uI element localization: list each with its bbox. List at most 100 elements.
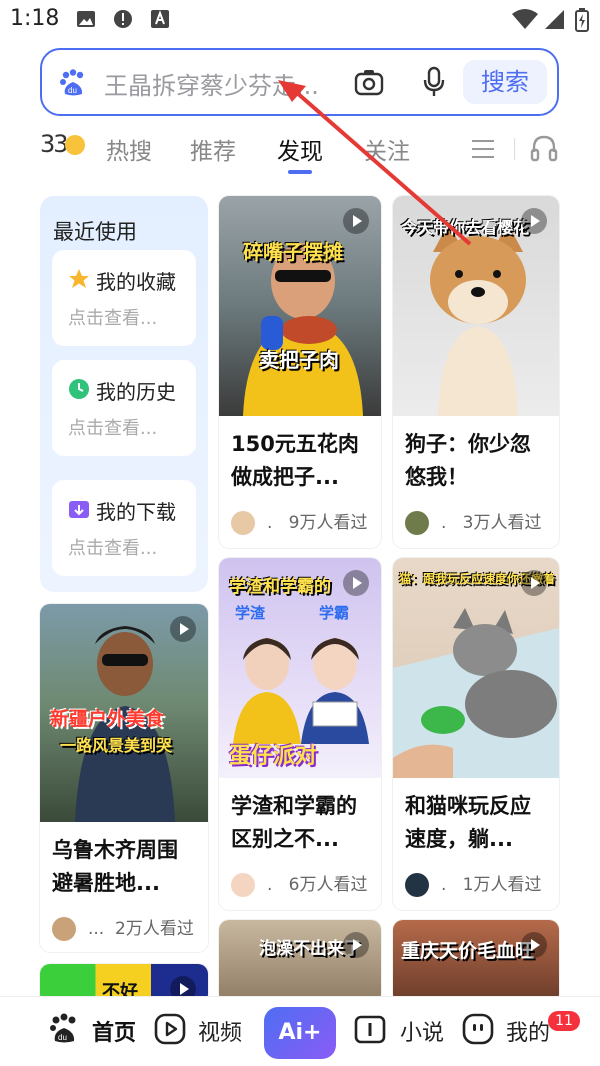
avatar — [231, 873, 255, 897]
video-thumbnail[interactable]: 新疆户外美食 一路风景美到哭 — [40, 604, 208, 822]
tab-hot[interactable]: 热搜 — [106, 132, 152, 166]
thumbnail-caption: 学渣和学霸的 — [229, 577, 331, 597]
nav-video-label: 视频 — [198, 1021, 243, 1046]
play-icon — [521, 208, 547, 234]
play-icon — [343, 932, 369, 958]
recent-item-sub: 点击查看... — [68, 418, 158, 439]
avatar — [405, 873, 429, 897]
search-bar[interactable]: du 王晶拆穿蔡少芬走... 搜索 — [40, 48, 559, 116]
battery-icon — [575, 8, 589, 32]
thumbnail-caption: 重庆天价毛血旺 — [401, 940, 535, 962]
play-icon — [521, 570, 547, 596]
book-icon — [354, 1015, 386, 1044]
video-thumbnail[interactable]: 猫：跟我玩反应速度你还嫩着 — [393, 558, 559, 778]
thumbnail-caption: 一路风景美到哭 — [60, 736, 173, 755]
card-title[interactable]: 狗子：你少忽悠我！ — [405, 428, 545, 494]
wifi-icon — [512, 9, 538, 29]
nav-video[interactable]: 视频 — [154, 1011, 254, 1051]
tab-active-indicator — [288, 170, 312, 174]
recent-item-sub: 点击查看... — [68, 538, 158, 559]
baidu-logo-icon: du — [60, 69, 84, 96]
recent-item-history[interactable]: 我的历史 点击查看... — [52, 360, 196, 456]
feed-card[interactable]: 今天带你去看樱花 狗子：你少忽悠我！ . 3万人看过 — [393, 196, 559, 548]
font-icon — [151, 10, 169, 28]
feed-card[interactable]: 猫：跟我玩反应速度你还嫩着 和猫咪玩反应速度，躺... . 1万人看过 — [393, 558, 559, 910]
card-meta: . 6万人看过 — [231, 870, 367, 897]
video-thumbnail[interactable]: 碎嘴子摆摊 卖把子肉 — [219, 196, 381, 416]
video-play-icon — [154, 1013, 186, 1045]
video-thumbnail[interactable]: 重庆天价毛血旺 — [393, 920, 559, 1004]
nav-novel-label: 小说 — [400, 1021, 445, 1046]
thumbnail-caption: 今天带你去看樱花 — [401, 218, 530, 237]
play-icon — [170, 616, 196, 642]
recent-item-label: 我的收藏 — [96, 270, 176, 294]
card-title[interactable]: 150元五花肉做成把子... — [231, 428, 371, 494]
avatar — [231, 511, 255, 535]
weather-widget[interactable]: 33 — [40, 130, 85, 158]
card-meta: . 3万人看过 — [405, 508, 541, 535]
profile-face-icon — [462, 1013, 494, 1045]
feed-card[interactable]: 泡澡不出来了 — [219, 920, 381, 1004]
card-views: 1万人看过 — [462, 875, 542, 895]
sun-icon — [65, 135, 85, 155]
recent-item-favorites[interactable]: 我的收藏 点击查看... — [52, 250, 196, 346]
thumbnail-caption: 新疆户外美食 — [50, 708, 165, 730]
video-thumbnail[interactable]: 今天带你去看樱花 — [393, 196, 559, 416]
card-author: . — [441, 513, 447, 533]
weather-temp: 33 — [40, 130, 69, 158]
status-time: 1:18 — [10, 6, 60, 31]
card-views: 2万人看过 — [115, 919, 194, 939]
download-folder-icon — [69, 501, 89, 518]
thumbnail-caption: 碎嘴子摆摊 — [243, 240, 343, 264]
thumbnail-caption: 卖把子肉 — [259, 348, 339, 372]
card-views: 3万人看过 — [462, 513, 542, 533]
tab-bar: 33 热搜 推荐 发现 关注 — [0, 128, 600, 176]
search-button[interactable]: 搜索 — [463, 60, 547, 104]
feed-card[interactable]: 碎嘴子摆摊 卖把子肉 150元五花肉做成把子... . 9万人看过 — [219, 196, 381, 548]
card-title[interactable]: 乌鲁木齐周围避暑胜地... — [52, 834, 192, 900]
bottom-nav: du 首页 视频 Ai+ 小说 我的 11 — [0, 996, 600, 1066]
recent-item-downloads[interactable]: 我的下载 点击查看... — [52, 480, 196, 576]
play-icon — [521, 932, 547, 958]
nav-mine[interactable]: 我的 — [462, 1011, 562, 1051]
cat-figure — [393, 608, 559, 778]
card-author: ... — [88, 919, 105, 939]
feed-card[interactable]: 重庆天价毛血旺 — [393, 920, 559, 1004]
recent-panel: 最近使用 我的收藏 点击查看... 我的历史 点击查看... 我的下载 点击查看… — [40, 196, 208, 592]
card-title[interactable]: 学渣和学霸的区别之不... — [231, 790, 371, 856]
play-icon — [343, 208, 369, 234]
avatar — [52, 917, 76, 941]
recent-item-sub: 点击查看... — [68, 308, 158, 329]
nav-novel[interactable]: 小说 — [354, 1011, 454, 1051]
search-placeholder[interactable]: 王晶拆穿蔡少芬走... — [104, 66, 344, 101]
tab-discover[interactable]: 发现 — [277, 132, 323, 166]
microphone-icon[interactable] — [422, 66, 446, 98]
feed-card[interactable]: 新疆户外美食 一路风景美到哭 乌鲁木齐周围避暑胜地... ... 2万人看过 — [40, 604, 208, 952]
status-bar: 1:18 — [0, 0, 600, 40]
divider — [514, 138, 515, 160]
video-thumbnail[interactable]: 泡澡不出来了 — [219, 920, 381, 1004]
camera-icon[interactable] — [354, 68, 384, 96]
thumbnail-label: 学渣 — [235, 604, 266, 622]
recent-item-label: 我的历史 — [96, 380, 176, 404]
card-title[interactable]: 和猫咪玩反应速度，躺... — [405, 790, 545, 856]
menu-icon[interactable] — [470, 138, 496, 160]
card-views: 6万人看过 — [288, 875, 368, 895]
clock-icon — [69, 379, 89, 399]
video-thumbnail[interactable]: 学渣和学霸的 学渣 学霸 蛋仔派对 — [219, 558, 381, 778]
headphones-icon[interactable] — [530, 134, 558, 162]
notification-badge: 11 — [548, 1011, 580, 1031]
signal-icon — [545, 10, 564, 29]
card-author: . — [267, 875, 273, 895]
tab-follow[interactable]: 关注 — [364, 132, 410, 166]
nav-mine-label: 我的 — [506, 1021, 551, 1046]
ai-assistant-button[interactable]: Ai+ — [264, 1007, 336, 1059]
svg-text:du: du — [68, 86, 77, 95]
nav-home[interactable]: du 首页 — [48, 1011, 148, 1051]
tab-recommend[interactable]: 推荐 — [190, 132, 236, 166]
thumbnail-label: 学霸 — [319, 604, 350, 622]
feed-card[interactable]: 学渣和学霸的 学渣 学霸 蛋仔派对 学渣和学霸的区别之不... . 6万人看过 — [219, 558, 381, 910]
dog-figure — [430, 222, 526, 416]
thumbnail-caption: 蛋仔派对 — [229, 744, 318, 769]
card-meta: ... 2万人看过 — [52, 914, 194, 941]
